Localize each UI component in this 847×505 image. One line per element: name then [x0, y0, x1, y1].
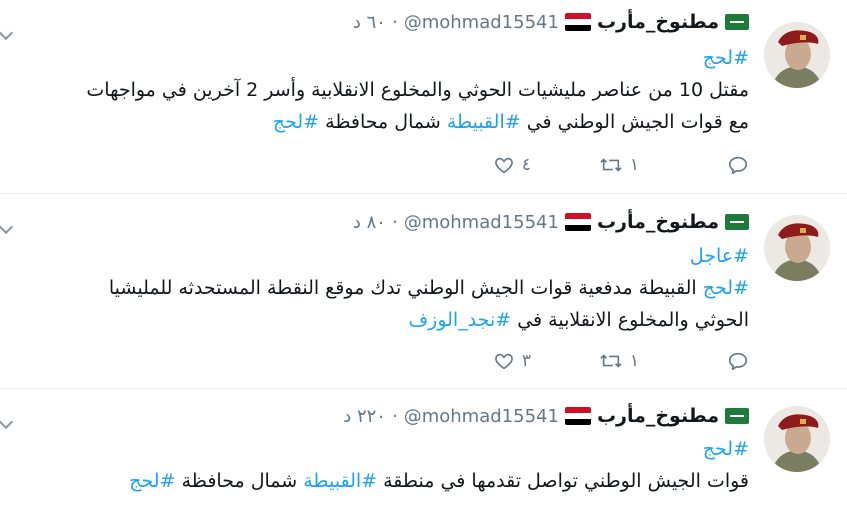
avatar[interactable]: [764, 406, 830, 472]
tweet-header: مطنوخ_مأرب @mohmad15541 · ٢٢٠ د: [343, 402, 749, 430]
separator-dot: ·: [391, 11, 398, 33]
tweet[interactable]: مطنوخ_مأرب @mohmad15541 · ٦٠ د #لحج مقتل…: [0, 0, 847, 194]
chevron-down-icon[interactable]: [0, 25, 14, 41]
tweet[interactable]: مطنوخ_مأرب @mohmad15541 · ٨٠ د #عاجل #لح…: [0, 194, 847, 389]
text-line: #لحج: [9, 433, 749, 465]
tweet-text: #عاجل #لحج القبيطة مدفعية قوات الجيش الو…: [9, 240, 749, 336]
separator-dot: ·: [391, 405, 398, 427]
retweet-button[interactable]: ١: [598, 346, 639, 376]
retweet-count: ١: [629, 155, 639, 175]
like-count: ٤: [521, 155, 531, 175]
display-name[interactable]: مطنوخ_مأرب: [597, 11, 719, 33]
chevron-down-icon[interactable]: [0, 219, 14, 235]
avatar[interactable]: [764, 215, 830, 281]
yemen-flag-icon: [564, 13, 591, 31]
text-line: مع قوات الجيش الوطني في #القبيطة شمال مح…: [9, 106, 749, 138]
reply-button[interactable]: [727, 346, 749, 376]
heart-icon: [495, 157, 513, 174]
reply-icon: [728, 156, 748, 175]
hashtag[interactable]: #لحج: [273, 111, 319, 133]
text-segment: شمال محافظة: [175, 470, 304, 492]
text-segment: قوات الجيش الوطني تواصل تقدمها في منطقة: [377, 470, 749, 492]
hashtag[interactable]: #لحج: [129, 470, 175, 492]
reply-icon: [728, 352, 748, 371]
hashtag[interactable]: #لحج: [703, 438, 749, 460]
text-segment: القبيطة مدفعية قوات الجيش الوطني تدك موق…: [108, 277, 703, 299]
like-button[interactable]: ٣: [492, 346, 531, 376]
text-line: قوات الجيش الوطني تواصل تقدمها في منطقة …: [9, 465, 749, 497]
hashtag[interactable]: #نجد_الوزف: [408, 309, 511, 331]
display-name[interactable]: مطنوخ_مأرب: [597, 211, 719, 233]
text-line: #عاجل: [9, 240, 749, 272]
saudi-flag-icon: [725, 408, 749, 424]
reply-button[interactable]: [727, 150, 749, 180]
saudi-flag-icon: [725, 214, 749, 230]
hashtag[interactable]: #عاجل: [690, 245, 749, 267]
display-name[interactable]: مطنوخ_مأرب: [597, 405, 719, 427]
tweet-header: مطنوخ_مأرب @mohmad15541 · ٦٠ د: [353, 8, 749, 36]
tweet-header: مطنوخ_مأرب @mohmad15541 · ٨٠ د: [353, 208, 749, 236]
timestamp[interactable]: ٢٢٠ د: [343, 406, 386, 427]
timestamp[interactable]: ٨٠ د: [353, 212, 386, 233]
text-segment: مع قوات الجيش الوطني في: [520, 111, 749, 133]
user-handle[interactable]: @mohmad15541: [404, 406, 559, 427]
retweet-count: ١: [629, 351, 639, 371]
tweet-actions: ١ ٤: [449, 150, 749, 180]
yemen-flag-icon: [564, 407, 591, 425]
user-handle[interactable]: @mohmad15541: [404, 12, 559, 33]
text-segment: مقتل 10 من عناصر مليشيات الحوثي والمخلوع…: [86, 79, 749, 101]
user-handle[interactable]: @mohmad15541: [404, 212, 559, 233]
separator-dot: ·: [391, 211, 398, 233]
retweet-icon: [600, 354, 622, 368]
like-button[interactable]: ٤: [492, 150, 531, 180]
tweet-text: #لحج قوات الجيش الوطني تواصل تقدمها في م…: [9, 433, 749, 497]
like-count: ٣: [521, 351, 531, 371]
tweet[interactable]: مطنوخ_مأرب @mohmad15541 · ٢٢٠ د #لحج قوا…: [0, 389, 847, 505]
tweet-actions: ١ ٣: [449, 346, 749, 376]
hashtag[interactable]: #لحج: [703, 277, 749, 299]
avatar[interactable]: [764, 22, 830, 88]
retweet-icon: [600, 158, 622, 172]
timestamp[interactable]: ٦٠ د: [353, 12, 386, 33]
tweet-text: #لحج مقتل 10 من عناصر مليشيات الحوثي وال…: [9, 42, 749, 138]
heart-icon: [495, 353, 513, 370]
hashtag[interactable]: #لحج: [703, 47, 749, 69]
text-segment: شمال محافظة: [319, 111, 447, 133]
text-line: #لحج: [9, 42, 749, 74]
text-segment: الحوثي والمخلوع الانقلابية في: [511, 309, 749, 331]
hashtag[interactable]: #القبيطة: [447, 111, 521, 133]
hashtag[interactable]: #القبيطة: [303, 470, 377, 492]
text-line: #لحج القبيطة مدفعية قوات الجيش الوطني تد…: [9, 272, 749, 304]
text-line: مقتل 10 من عناصر مليشيات الحوثي والمخلوع…: [9, 74, 749, 106]
saudi-flag-icon: [725, 14, 749, 30]
text-line: الحوثي والمخلوع الانقلابية في #نجد_الوزف: [9, 304, 749, 336]
retweet-button[interactable]: ١: [598, 150, 639, 180]
yemen-flag-icon: [564, 213, 591, 231]
chevron-down-icon[interactable]: [0, 414, 14, 430]
